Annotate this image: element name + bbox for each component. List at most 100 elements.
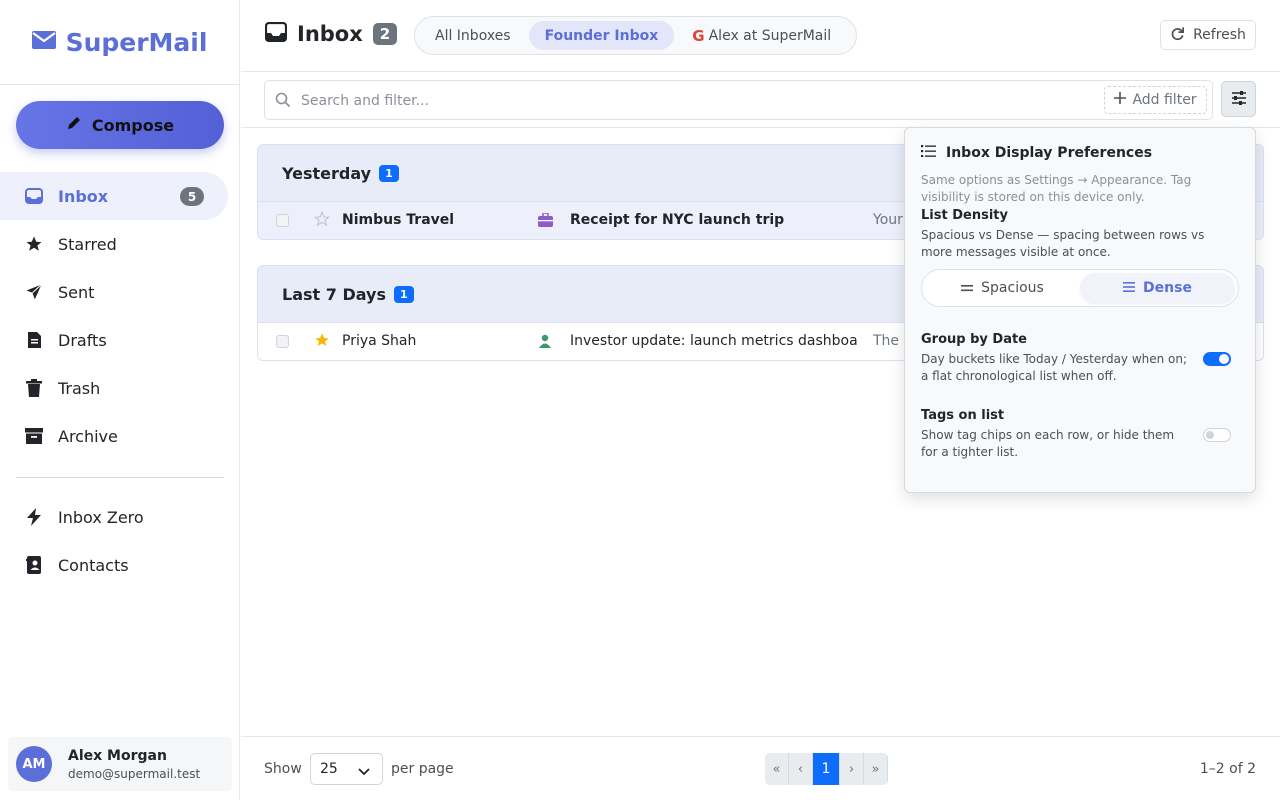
nav-divider bbox=[16, 477, 224, 478]
pager: « ‹ 1 › » bbox=[765, 753, 888, 785]
inbox-option-founder[interactable]: Founder Inbox bbox=[528, 21, 675, 50]
group-by-date-section: Group by Date Day buckets like Today / Y… bbox=[921, 332, 1239, 385]
compose-label: Compose bbox=[91, 115, 175, 135]
row-snippet: Your bbox=[873, 212, 903, 228]
refresh-icon bbox=[1170, 26, 1185, 45]
show-label: Show bbox=[264, 761, 302, 777]
toolbar: Add filter bbox=[241, 72, 1280, 128]
add-filter-label: Add filter bbox=[1132, 92, 1197, 108]
sidebar-item-label: Inbox bbox=[58, 186, 109, 206]
group-count-badge: 1 bbox=[379, 164, 399, 182]
inbox-option-label: Alex at SuperMail bbox=[708, 27, 832, 44]
bolt-icon bbox=[24, 507, 44, 527]
sidebar-item-inbox-zero[interactable]: Inbox Zero bbox=[0, 493, 240, 541]
prefs-title-row: Inbox Display Preferences bbox=[921, 145, 1239, 161]
inbox-option-all[interactable]: All Inboxes bbox=[419, 21, 527, 50]
sliders-icon bbox=[1231, 90, 1247, 109]
envelope-icon bbox=[31, 30, 56, 54]
star-filled-icon[interactable] bbox=[314, 332, 330, 352]
sidebar-item-label: Inbox Zero bbox=[58, 507, 144, 527]
inbox-count-badge: 2 bbox=[372, 23, 398, 45]
star-icon bbox=[24, 234, 44, 254]
brand[interactable]: SuperMail bbox=[0, 0, 239, 85]
prev-page-button[interactable]: ‹ bbox=[789, 753, 813, 785]
first-page-button[interactable]: « bbox=[765, 753, 789, 785]
plus-icon bbox=[1114, 92, 1127, 108]
sidebar-item-trash[interactable]: Trash bbox=[0, 364, 240, 412]
page-button-current[interactable]: 1 bbox=[813, 753, 840, 785]
sidebar-item-label: Archive bbox=[58, 426, 118, 446]
user-card[interactable]: AM Alex Morgan demo@supermail.test bbox=[8, 737, 232, 791]
sidebar-secondary-nav: Inbox Zero Contacts bbox=[0, 493, 240, 589]
add-filter-button[interactable]: Add filter bbox=[1104, 86, 1207, 114]
pagination-footer: Show 25 per page « ‹ 1 › » 1–2 of 2 bbox=[241, 736, 1280, 800]
sidebar-item-archive[interactable]: Archive bbox=[0, 412, 240, 460]
display-preferences-button[interactable] bbox=[1221, 81, 1256, 117]
tags-on-list-description: Show tag chips on each row, or hide them… bbox=[921, 428, 1175, 459]
search-bar: Add filter bbox=[264, 80, 1213, 120]
file-icon bbox=[24, 330, 44, 350]
person-icon bbox=[538, 333, 552, 352]
display-preferences-popover: Inbox Display Preferences Same options a… bbox=[904, 127, 1256, 493]
search-icon bbox=[275, 92, 291, 112]
compose-button[interactable]: Compose bbox=[16, 101, 224, 149]
brand-name: SuperMail bbox=[65, 27, 208, 57]
sidebar-item-sent[interactable]: Sent bbox=[0, 268, 240, 316]
density-description: Spacious vs Dense — spacing between rows… bbox=[921, 228, 1205, 259]
inbox-option-label: All Inboxes bbox=[435, 27, 511, 44]
user-name: Alex Morgan bbox=[68, 747, 167, 764]
sidebar-item-inbox[interactable]: Inbox 5 bbox=[0, 172, 228, 220]
sidebar-item-label: Contacts bbox=[58, 555, 129, 575]
sidebar-item-drafts[interactable]: Drafts bbox=[0, 316, 240, 364]
per-page-select[interactable]: 25 bbox=[310, 753, 383, 785]
user-info: Alex Morgan demo@supermail.test bbox=[68, 748, 200, 781]
density-option-label: Dense bbox=[1143, 280, 1192, 296]
group-by-date-text: Group by Date Day buckets like Today / Y… bbox=[921, 332, 1191, 385]
sidebar-item-label: Sent bbox=[58, 282, 95, 302]
tags-on-list-section: Tags on list Show tag chips on each row,… bbox=[921, 408, 1239, 461]
equals-icon bbox=[961, 280, 974, 296]
result-range: 1–2 of 2 bbox=[1199, 761, 1256, 777]
row-subject: Receipt for NYC launch trip bbox=[570, 212, 785, 228]
sidebar-item-label: Trash bbox=[58, 378, 101, 398]
briefcase-icon bbox=[538, 212, 553, 231]
archive-icon bbox=[24, 426, 44, 446]
row-checkbox[interactable] bbox=[276, 335, 289, 348]
row-checkbox[interactable] bbox=[276, 214, 289, 227]
inbox-option-alex[interactable]: G Alex at SuperMail bbox=[676, 21, 847, 50]
page-title-group: Inbox 2 bbox=[264, 21, 398, 46]
page-title: Inbox bbox=[297, 22, 363, 46]
last-page-button[interactable]: » bbox=[864, 753, 888, 785]
google-icon: G bbox=[692, 26, 705, 45]
star-outline-icon[interactable] bbox=[313, 210, 331, 231]
density-option-dense[interactable]: Dense bbox=[1080, 273, 1235, 303]
group-count-badge: 1 bbox=[393, 285, 414, 303]
sidebar: SuperMail Compose Inbox 5 Starred Sent D… bbox=[0, 0, 240, 800]
app: SuperMail Compose Inbox 5 Starred Sent D… bbox=[0, 0, 1280, 800]
group-title: Yesterday bbox=[282, 163, 372, 183]
refresh-label: Refresh bbox=[1193, 27, 1246, 43]
inbox-switcher: All Inboxes Founder Inbox G Alex at Supe… bbox=[414, 16, 857, 55]
user-email: demo@supermail.test bbox=[68, 766, 201, 781]
per-page-label: per page bbox=[391, 761, 454, 777]
search-input[interactable] bbox=[301, 90, 1081, 112]
next-page-button[interactable]: › bbox=[840, 753, 864, 785]
inbox-icon bbox=[24, 186, 44, 206]
tags-on-list-toggle[interactable] bbox=[1203, 428, 1231, 442]
density-label: List Density bbox=[921, 208, 1008, 223]
prefs-title: Inbox Display Preferences bbox=[946, 145, 1153, 161]
density-section: List Density Spacious vs Dense — spacing… bbox=[921, 208, 1239, 307]
header: Inbox 2 All Inboxes Founder Inbox G Alex… bbox=[241, 0, 1280, 72]
sidebar-item-starred[interactable]: Starred bbox=[0, 220, 240, 268]
row-sender: Nimbus Travel bbox=[342, 212, 455, 228]
density-segmented-control: Spacious Dense bbox=[921, 269, 1239, 307]
group-by-date-toggle[interactable] bbox=[1203, 352, 1231, 366]
group-by-date-label: Group by Date bbox=[921, 332, 1027, 347]
sidebar-item-contacts[interactable]: Contacts bbox=[0, 541, 240, 589]
group-by-date-description: Day buckets like Today / Yesterday when … bbox=[921, 352, 1188, 383]
sidebar-item-label: Starred bbox=[58, 234, 117, 254]
density-option-spacious[interactable]: Spacious bbox=[925, 273, 1080, 303]
sidebar-nav: Inbox 5 Starred Sent Drafts Trash Archiv… bbox=[0, 172, 240, 460]
density-option-label: Spacious bbox=[981, 280, 1044, 296]
refresh-button[interactable]: Refresh bbox=[1160, 20, 1256, 50]
